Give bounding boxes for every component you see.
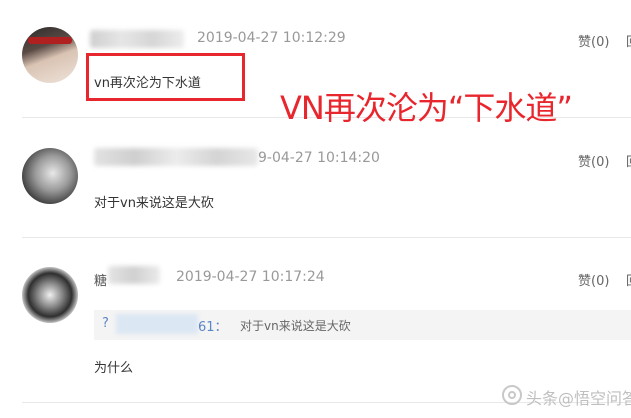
like-button[interactable]: 赞(0) bbox=[578, 31, 609, 50]
avatar[interactable] bbox=[22, 27, 78, 83]
comment-time: 2019-04-27 10:17:24 bbox=[176, 269, 325, 285]
annotation-caption: VN再次沦为“下水道” bbox=[280, 89, 573, 127]
avatar[interactable] bbox=[22, 148, 78, 204]
username-blurred[interactable] bbox=[90, 30, 184, 48]
username-blurred[interactable] bbox=[108, 266, 160, 284]
quoted-user-suffix[interactable]: 61： bbox=[198, 316, 228, 335]
reply-button[interactable]: 回复 bbox=[626, 270, 631, 289]
username-blurred[interactable] bbox=[94, 148, 258, 166]
comment-time: 9-04-27 10:14:20 bbox=[258, 150, 380, 166]
quoted-user-blurred[interactable] bbox=[116, 314, 198, 334]
quoted-user-prefix[interactable]: ? bbox=[102, 316, 109, 331]
watermark-logo-icon bbox=[502, 385, 522, 405]
like-button[interactable]: 赞(0) bbox=[578, 270, 609, 289]
divider bbox=[22, 237, 631, 238]
quoted-comment: ? 61： 对于vn来说这是大砍 bbox=[94, 310, 631, 340]
comment-text: 对于vn来说这是大砍 bbox=[94, 196, 214, 211]
reply-button[interactable]: 回复 bbox=[626, 151, 631, 170]
avatar-headband bbox=[28, 37, 72, 44]
highlight-box bbox=[86, 53, 245, 101]
reply-button[interactable]: 回复 bbox=[626, 31, 631, 50]
username-first-char[interactable]: 糖 bbox=[94, 270, 107, 289]
comment-time: 2019-04-27 10:12:29 bbox=[197, 30, 346, 46]
avatar[interactable] bbox=[22, 267, 78, 323]
comment-text: 为什么 bbox=[94, 361, 134, 376]
quoted-text: 对于vn来说这是大砍 bbox=[240, 319, 351, 333]
watermark: 头条@悟空问答 bbox=[526, 389, 631, 408]
like-button[interactable]: 赞(0) bbox=[578, 151, 609, 170]
